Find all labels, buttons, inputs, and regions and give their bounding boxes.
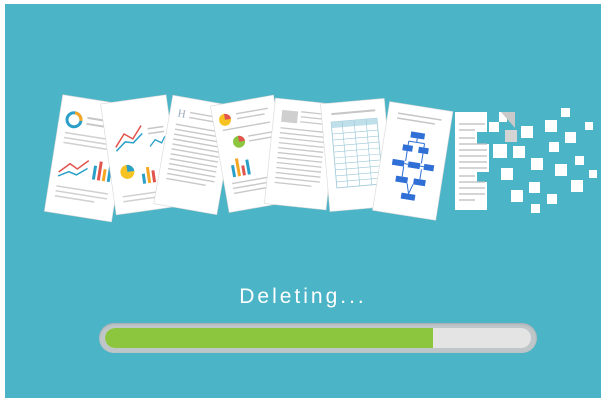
progress-bar bbox=[99, 323, 537, 353]
dissolving-document-icon bbox=[455, 108, 597, 213]
progress-fill bbox=[105, 328, 434, 348]
progress-track bbox=[105, 328, 531, 348]
status-label: Deleting... bbox=[239, 285, 367, 308]
deleting-screen: H Deleting... bbox=[5, 4, 601, 398]
